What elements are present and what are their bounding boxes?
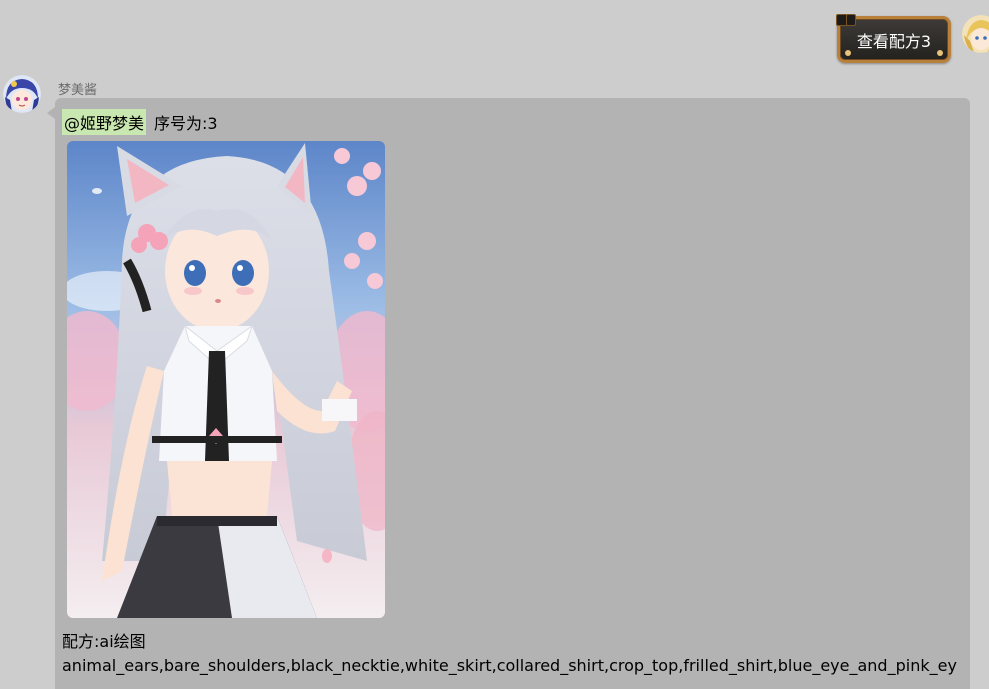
outgoing-message-text: 查看配方3 xyxy=(856,31,932,51)
index-text: 序号为:3 xyxy=(154,114,218,133)
bubble-tail xyxy=(47,107,55,119)
prompt-tags: animal_ears,bare_shoulders,black_necktie… xyxy=(62,656,957,675)
bubble-decoration xyxy=(937,50,943,56)
message-first-line: @姬野梦美 序号为:3 xyxy=(62,109,218,135)
chat-window: 查看配方3 梦美酱 @姬野梦美 序号为:3 配方:ai绘图 animal_ear… xyxy=(0,0,989,689)
bot-avatar-icon[interactable] xyxy=(3,75,41,113)
bubble-decoration xyxy=(845,50,851,56)
view-recipe-message-bubble[interactable]: 查看配方3 xyxy=(836,14,951,63)
bubble-decoration xyxy=(846,14,856,26)
sender-name: 梦美酱 xyxy=(58,83,98,98)
self-avatar-icon[interactable] xyxy=(962,15,989,53)
recipe-label: 配方:ai绘图 xyxy=(62,632,146,651)
mention-tag[interactable]: @姬野梦美 xyxy=(62,109,147,135)
generated-image[interactable] xyxy=(67,141,385,618)
